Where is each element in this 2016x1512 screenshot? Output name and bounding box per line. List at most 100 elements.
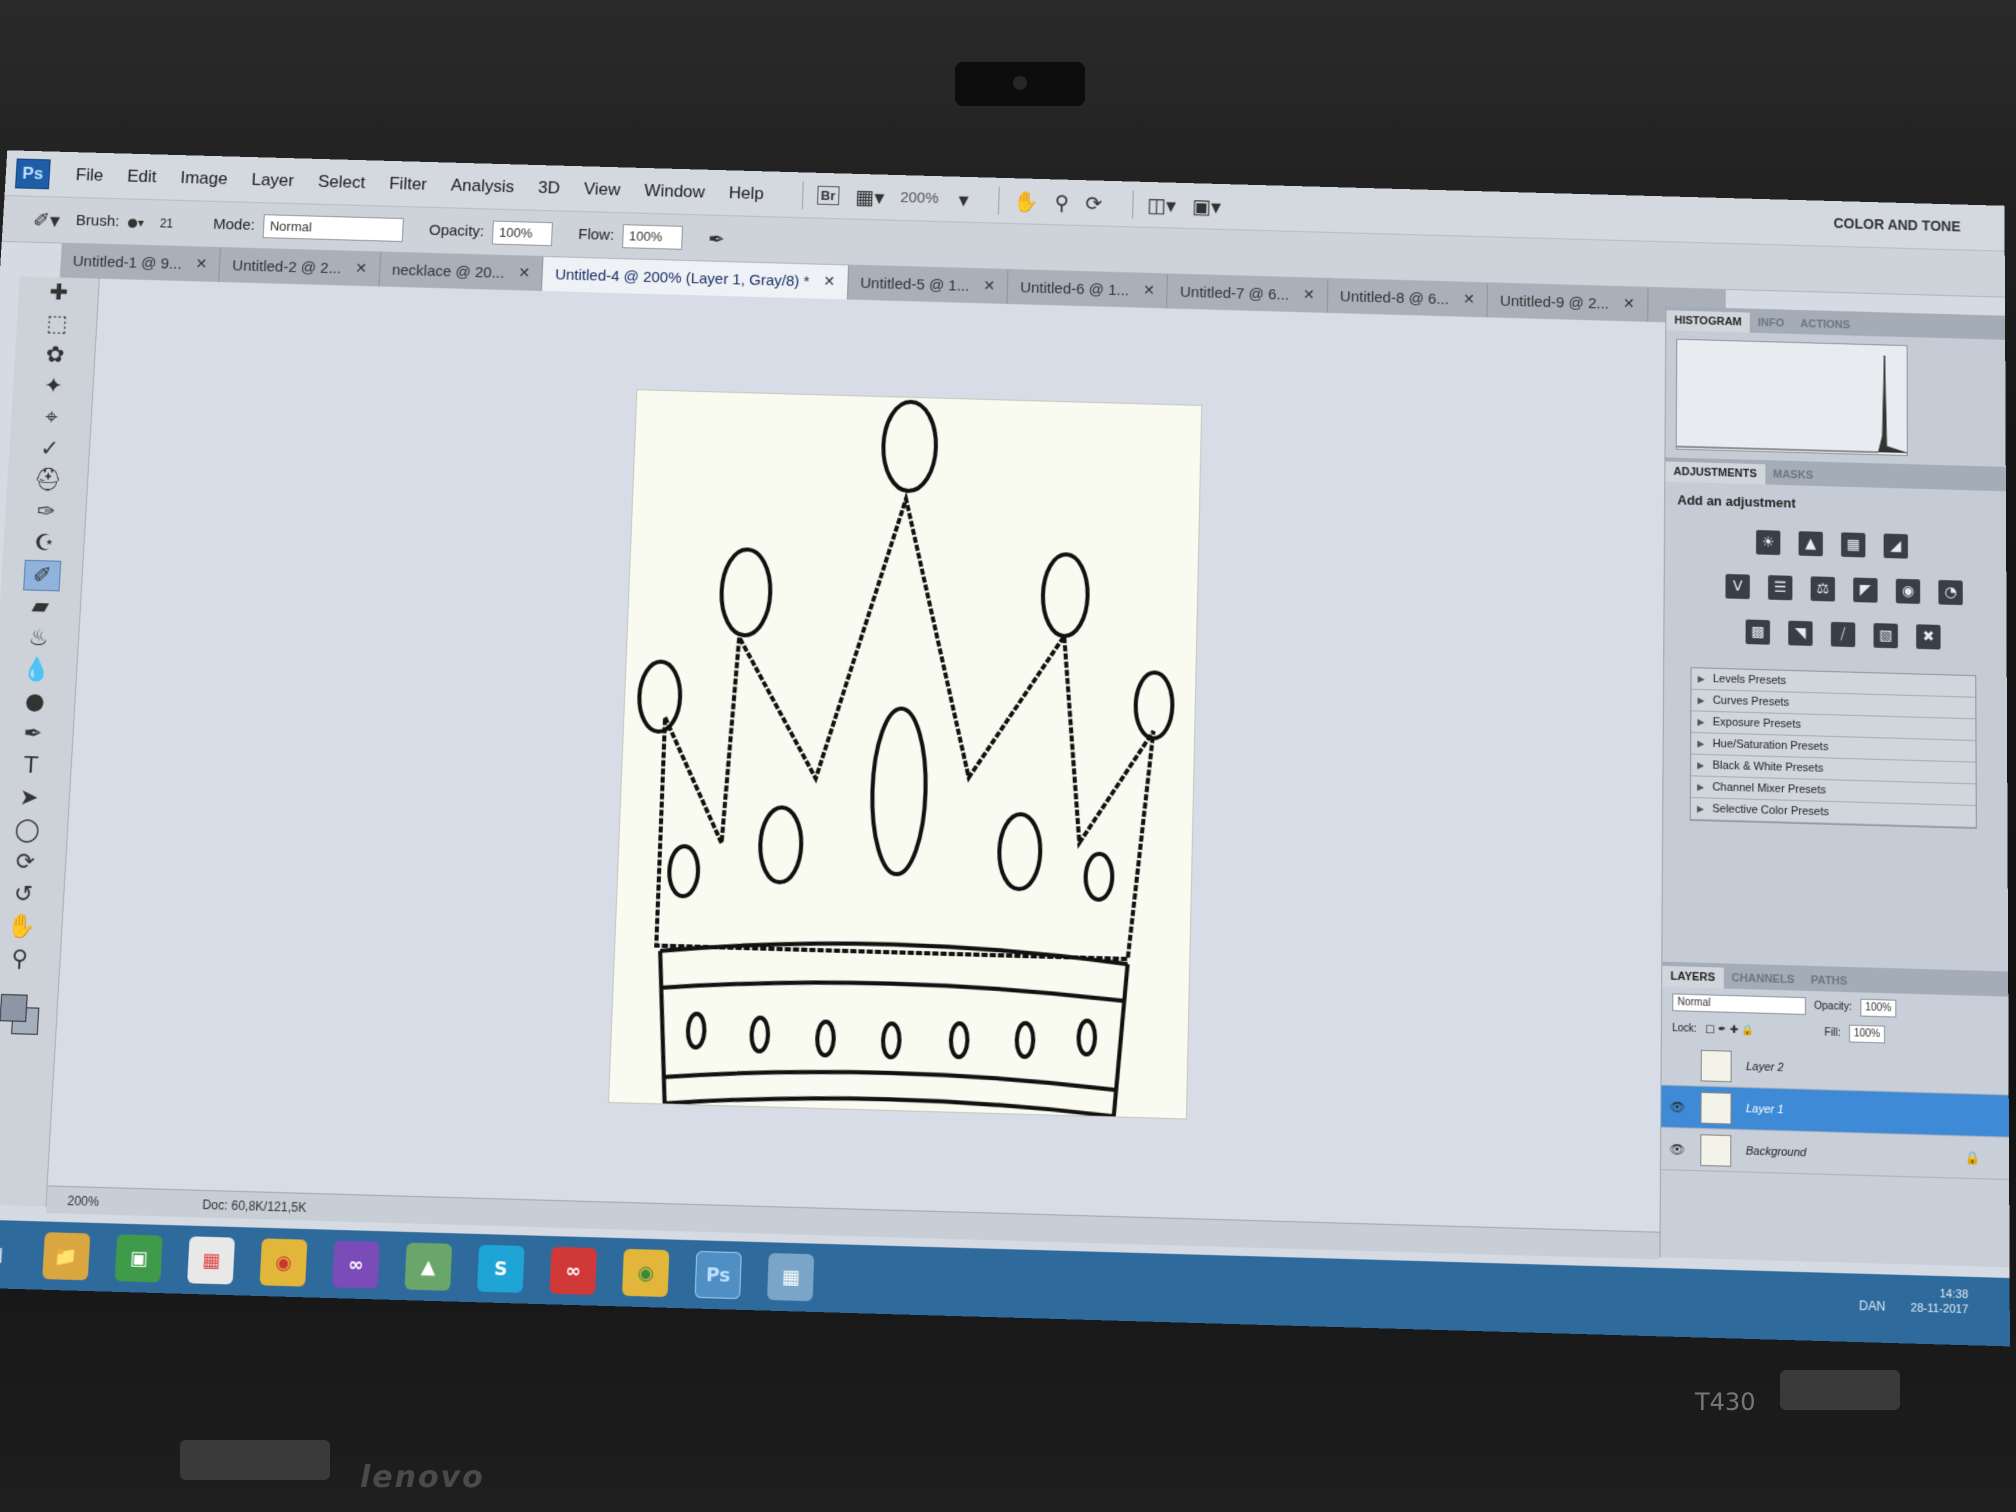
screen-mode-icon[interactable]: ▣▾ [1192,194,1221,219]
posterize-icon[interactable]: ◥ [1788,621,1812,646]
history-brush-tool-icon[interactable]: ✐ [23,560,61,592]
close-icon[interactable]: ✕ [983,278,995,294]
tab-channels[interactable]: CHANNELS [1723,968,1802,991]
tab-untitled-7[interactable]: Untitled-7 @ 6... ✕ [1168,274,1329,313]
menu-3d[interactable]: 3D [538,177,561,197]
menu-view[interactable]: View [584,179,621,200]
zoom-dropdown-arrow-icon[interactable]: ▾ [958,187,969,211]
layer-opacity-input[interactable]: 100% [1860,999,1897,1018]
crop-tool-icon[interactable]: ⌖ [32,403,70,434]
lock-icons[interactable]: □ ✒ ✚ 🔒 [1705,1024,1755,1037]
fill-input[interactable]: 100% [1849,1025,1886,1044]
flow-input[interactable]: 100% [622,224,683,250]
tab-layers[interactable]: LAYERS [1662,966,1723,989]
opacity-input[interactable]: 100% [492,220,553,246]
bridge-button[interactable]: Br [817,186,840,206]
exposure-icon[interactable]: ◢ [1884,534,1908,559]
3d-rotate-tool-icon[interactable]: ⟳ [6,847,45,879]
color-balance-icon[interactable]: ⚖ [1811,576,1835,601]
close-icon[interactable]: ✕ [1303,287,1315,303]
tab-necklace[interactable]: necklace @ 20... ✕ [379,252,544,291]
canvas-area[interactable] [48,279,1666,1232]
hand-tool-icon[interactable]: ✋ [1013,189,1039,214]
layer-row-background[interactable]: 👁 Background 🔒 [1661,1128,2009,1180]
close-icon[interactable]: ✕ [518,265,530,281]
eye-icon[interactable]: 👁 [1669,1141,1686,1156]
zoom-tool-icon[interactable]: ⚲ [1054,190,1069,214]
close-icon[interactable]: ✕ [823,274,835,290]
brush-preview-icon[interactable]: ●▾ [127,215,144,229]
brightness-contrast-icon[interactable]: ☀ [1756,530,1780,555]
foreground-color-swatch[interactable] [0,994,28,1022]
close-icon[interactable]: ✕ [1143,283,1155,299]
workspace-switcher[interactable]: COLOR AND TONE [1833,215,1960,234]
start-button-windows-icon[interactable]: ▦ [0,1230,18,1278]
chrome-2-icon[interactable]: ◉ [622,1249,669,1297]
tool-preset-icon[interactable]: ✐▾ [32,207,60,232]
menu-help[interactable]: Help [729,183,765,204]
eraser-tool-icon[interactable]: ▰ [21,591,59,623]
photo-filter-icon[interactable]: ◉ [1896,579,1920,604]
zoom-status[interactable]: 200% [67,1193,100,1209]
menu-file[interactable]: File [75,165,104,186]
channel-mixer-icon[interactable]: ◔ [1938,580,1962,605]
eyedropper-tool-icon[interactable]: ✓ [31,434,69,465]
invert-icon[interactable]: ▩ [1746,619,1770,644]
eye-icon[interactable]: 👁 [1670,1099,1687,1114]
tab-untitled-5[interactable]: Untitled-5 @ 1... ✕ [848,265,1009,303]
airbrush-icon[interactable]: ✒ [708,226,726,250]
apps-grid-icon[interactable]: ▦ [187,1236,235,1284]
language-indicator[interactable]: DAN [1859,1298,1885,1314]
selective-color-icon[interactable]: ✖ [1916,624,1940,649]
tab-adjustments[interactable]: ADJUSTMENTS [1665,461,1765,484]
magic-wand-tool-icon[interactable]: ✦ [34,371,72,402]
tab-untitled-2[interactable]: Untitled-2 @ 2... ✕ [219,248,380,286]
tab-paths[interactable]: PATHS [1803,970,1856,992]
creative-cloud-icon[interactable]: ∞ [550,1247,597,1295]
curves-icon[interactable]: ▦ [1841,532,1865,557]
tab-info[interactable]: INFO [1750,313,1793,334]
type-tool-icon[interactable]: T [12,751,50,783]
menu-edit[interactable]: Edit [127,166,157,187]
marquee-tool-icon[interactable]: ⬚ [38,309,76,340]
healing-brush-tool-icon[interactable]: ⛑ [29,465,67,496]
rotate-view-icon[interactable]: ⟳ [1085,191,1102,215]
zoom-level-select[interactable]: 200% [900,189,939,207]
visual-studio-icon[interactable]: ∞ [332,1240,380,1288]
tab-untitled-6[interactable]: Untitled-6 @ 1... ✕ [1008,270,1169,309]
menu-filter[interactable]: Filter [389,173,428,194]
menu-window[interactable]: Window [644,180,705,202]
dodge-tool-icon[interactable]: ● [16,687,54,719]
file-explorer-icon[interactable]: 📁 [42,1232,90,1280]
chrome-icon[interactable]: ◉ [260,1238,308,1286]
brush-tool-icon[interactable]: ✑ [27,497,65,529]
shape-tool-icon[interactable]: ◯ [8,815,47,847]
store-icon[interactable]: ▣ [115,1234,163,1282]
close-icon[interactable]: ✕ [195,256,208,272]
move-tool-icon[interactable]: ✚ [40,278,78,309]
document-canvas[interactable] [609,390,1201,1118]
menu-analysis[interactable]: Analysis [451,175,515,197]
black-white-icon[interactable]: ◤ [1853,578,1877,603]
arrange-documents-icon[interactable]: ◫▾ [1147,192,1177,217]
clone-stamp-tool-icon[interactable]: ☪ [25,528,63,560]
menu-layer[interactable]: Layer [251,170,295,191]
pen-tool-icon[interactable]: ✒ [14,719,52,751]
color-swatches[interactable] [0,994,42,1037]
photoshop-taskbar-icon[interactable]: Ps [695,1251,742,1299]
view-extras-icon[interactable]: ▦▾ [855,184,885,209]
tab-untitled-8[interactable]: Untitled-8 @ 6... ✕ [1328,279,1488,318]
close-icon[interactable]: ✕ [1463,292,1475,308]
close-icon[interactable]: ✕ [1623,296,1635,312]
mode-select[interactable]: Normal [262,214,403,242]
tab-untitled-1[interactable]: Untitled-1 @ 9... ✕ [60,244,222,282]
tab-masks[interactable]: MASKS [1765,464,1821,486]
image-viewer-icon[interactable]: ▦ [767,1253,814,1301]
hue-saturation-icon[interactable]: ☰ [1768,575,1792,600]
3d-orbit-tool-icon[interactable]: ↺ [4,879,43,911]
android-studio-icon[interactable]: ▲ [405,1243,453,1291]
tab-actions[interactable]: ACTIONS [1792,314,1858,336]
threshold-icon[interactable]: ⧸ [1831,622,1855,647]
close-icon[interactable]: ✕ [355,261,368,277]
menu-select[interactable]: Select [318,171,366,192]
